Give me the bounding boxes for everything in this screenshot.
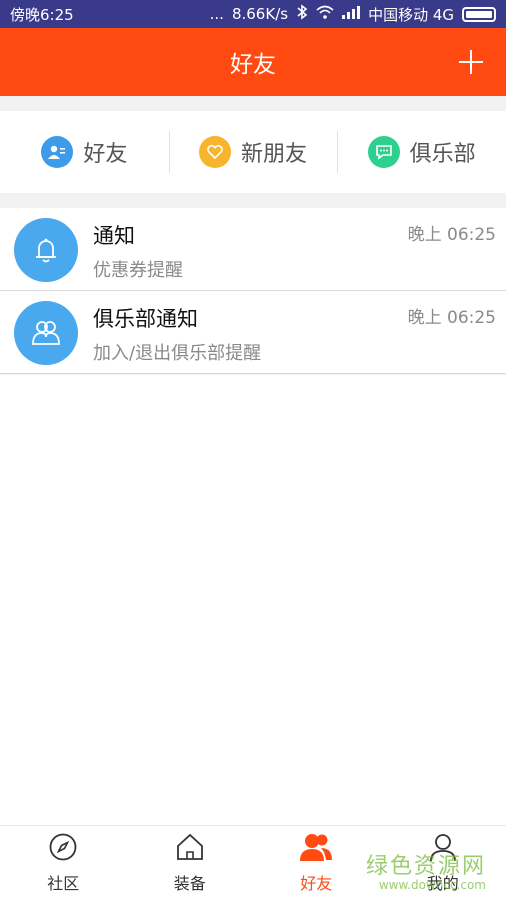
battery-icon xyxy=(462,6,496,22)
category-friends[interactable]: 好友 xyxy=(0,111,169,193)
category-label: 俱乐部 xyxy=(409,142,476,167)
nav-label: 装备 xyxy=(173,874,206,893)
nav-item-community[interactable]: 社区 xyxy=(0,826,127,900)
contact-card-icon xyxy=(41,136,74,168)
category-label: 好友 xyxy=(83,142,128,167)
message-title: 俱乐部通知 xyxy=(93,307,198,331)
watermark-text: 绿色资源网 xyxy=(365,854,486,879)
status-indicators: ... 8.66K/s 中国移动 4G xyxy=(210,4,496,25)
nav-item-equipment[interactable]: 装备 xyxy=(127,826,254,900)
message-list: 通知 优惠券提醒 晚上 06:25 俱乐部通知 加入/退出俱乐部提醒 晚上 06… xyxy=(0,208,506,374)
chat-bubble-icon xyxy=(367,136,400,168)
wifi-icon xyxy=(316,5,334,23)
status-bar: 傍晚6:25 ... 8.66K/s 中国移动 4G xyxy=(0,0,506,28)
bell-icon xyxy=(14,218,78,282)
message-subtitle: 加入/退出俱乐部提醒 xyxy=(93,343,262,364)
message-subtitle: 优惠券提醒 xyxy=(93,260,183,281)
list-item[interactable]: 通知 优惠券提醒 晚上 06:25 xyxy=(0,208,506,291)
category-bar: 好友 新朋友 俱乐部 xyxy=(0,111,506,193)
message-time: 晚上 06:25 xyxy=(407,225,496,245)
compass-icon xyxy=(48,832,78,866)
watermark: 绿色资源网 www.downcc.com xyxy=(366,848,486,892)
category-new-friends[interactable]: 新朋友 xyxy=(168,111,338,193)
plus-icon[interactable] xyxy=(454,45,488,79)
friends-icon xyxy=(299,832,333,866)
nav-label: 好友 xyxy=(300,874,333,893)
status-time: 傍晚6:25 xyxy=(10,5,74,24)
heart-icon xyxy=(199,136,231,168)
message-title: 通知 xyxy=(93,224,135,248)
app-header: 好友 xyxy=(0,28,506,96)
bluetooth-icon xyxy=(296,4,308,24)
nav-label: 社区 xyxy=(47,874,80,893)
category-label: 新朋友 xyxy=(241,142,308,167)
page-title: 好友 xyxy=(230,52,276,78)
home-icon xyxy=(175,832,205,866)
carrier-name: 中国移动 4G xyxy=(368,5,454,24)
watermark-url: www.downcc.com xyxy=(378,878,486,892)
content-area xyxy=(0,375,506,825)
status-dots: ... xyxy=(209,5,224,23)
network-speed: 8.66K/s xyxy=(231,5,289,23)
signal-icon xyxy=(342,5,361,23)
category-clubs[interactable]: 俱乐部 xyxy=(337,111,506,193)
nav-item-friends[interactable]: 好友 xyxy=(253,826,380,900)
group-icon xyxy=(14,301,78,365)
message-time: 晚上 06:25 xyxy=(407,308,496,328)
list-item[interactable]: 俱乐部通知 加入/退出俱乐部提醒 晚上 06:25 xyxy=(0,291,506,374)
